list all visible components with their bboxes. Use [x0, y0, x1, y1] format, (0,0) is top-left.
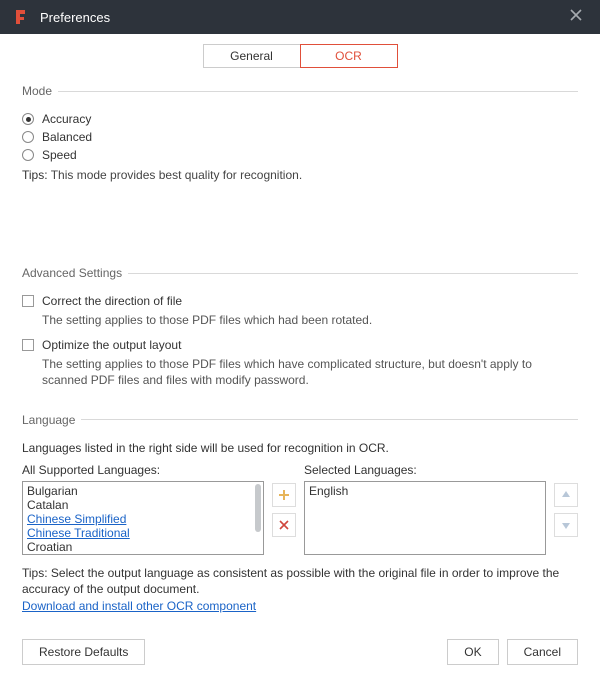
mode-tips-text: This mode provides best quality for reco…: [51, 168, 302, 182]
correct-direction-desc: The setting applies to those PDF files w…: [42, 312, 578, 328]
footer: Restore Defaults OK Cancel: [22, 639, 578, 665]
radio-speed[interactable]: [22, 149, 34, 161]
list-item[interactable]: Bulgarian: [27, 484, 259, 498]
advanced-group: Advanced Settings Correct the direction …: [22, 266, 578, 399]
mode-tips-label: Tips:: [22, 168, 48, 182]
download-ocr-link[interactable]: Download and install other OCR component: [22, 599, 256, 613]
app-icon: [12, 8, 30, 26]
move-up-button[interactable]: [554, 483, 578, 507]
language-tips-label: Tips:: [22, 566, 48, 580]
correct-direction-label: Correct the direction of file: [42, 294, 182, 308]
radio-balanced[interactable]: [22, 131, 34, 143]
move-down-button[interactable]: [554, 513, 578, 537]
content: General OCR Mode Accuracy Balanced Speed…: [0, 34, 600, 683]
selected-languages-header: Selected Languages:: [304, 463, 546, 477]
close-icon[interactable]: [564, 4, 588, 30]
add-language-button[interactable]: [272, 483, 296, 507]
optimize-layout-desc: The setting applies to those PDF files w…: [42, 356, 578, 388]
checkbox-correct-direction[interactable]: [22, 295, 34, 307]
language-tips: Tips: Select the output language as cons…: [22, 565, 578, 615]
mode-balanced-row[interactable]: Balanced: [22, 130, 578, 144]
mode-speed-label: Speed: [42, 148, 77, 162]
list-item[interactable]: Chinese Simplified: [27, 512, 259, 526]
ok-button[interactable]: OK: [447, 639, 498, 665]
mode-group: Mode Accuracy Balanced Speed Tips: This …: [22, 84, 578, 182]
mode-speed-row[interactable]: Speed: [22, 148, 578, 162]
correct-direction-row[interactable]: Correct the direction of file: [22, 294, 578, 308]
language-legend: Language: [22, 413, 81, 427]
list-item[interactable]: Chinese Traditional: [27, 526, 259, 540]
tab-general[interactable]: General: [203, 44, 301, 68]
mode-accuracy-label: Accuracy: [42, 112, 91, 126]
scrollbar-thumb[interactable]: [255, 484, 261, 532]
language-intro: Languages listed in the right side will …: [22, 441, 578, 455]
cancel-button[interactable]: Cancel: [507, 639, 578, 665]
language-tips-text: Select the output language as consistent…: [22, 566, 559, 597]
tab-ocr[interactable]: OCR: [300, 44, 398, 68]
radio-accuracy[interactable]: [22, 113, 34, 125]
all-languages-header: All Supported Languages:: [22, 463, 264, 477]
selected-languages-col: Selected Languages: English: [304, 463, 546, 555]
mode-tips: Tips: This mode provides best quality fo…: [22, 168, 578, 182]
checkbox-optimize-layout[interactable]: [22, 339, 34, 351]
transfer-buttons: [272, 483, 296, 537]
list-item[interactable]: Croatian: [27, 540, 259, 554]
all-languages-listbox[interactable]: BulgarianCatalanChinese SimplifiedChines…: [22, 481, 264, 555]
language-group: Language Languages listed in the right s…: [22, 413, 578, 615]
list-item[interactable]: Catalan: [27, 498, 259, 512]
optimize-layout-row[interactable]: Optimize the output layout: [22, 338, 578, 352]
window-title: Preferences: [40, 10, 110, 25]
advanced-legend: Advanced Settings: [22, 266, 128, 280]
language-columns: All Supported Languages: BulgarianCatala…: [22, 463, 578, 555]
list-item[interactable]: English: [309, 484, 541, 498]
tab-row: General OCR: [22, 44, 578, 68]
optimize-layout-label: Optimize the output layout: [42, 338, 181, 352]
mode-balanced-label: Balanced: [42, 130, 92, 144]
restore-defaults-button[interactable]: Restore Defaults: [22, 639, 145, 665]
selected-languages-listbox[interactable]: English: [304, 481, 546, 555]
mode-accuracy-row[interactable]: Accuracy: [22, 112, 578, 126]
mode-legend: Mode: [22, 84, 58, 98]
all-languages-col: All Supported Languages: BulgarianCatala…: [22, 463, 264, 555]
order-buttons: [554, 483, 578, 537]
remove-language-button[interactable]: [272, 513, 296, 537]
titlebar: Preferences: [0, 0, 600, 34]
